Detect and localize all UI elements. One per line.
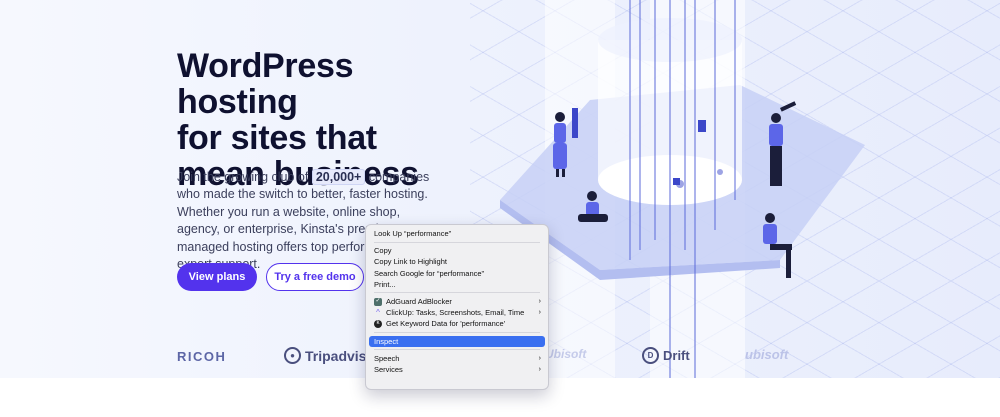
menu-item-clickup[interactable]: ^ ClickUp: Tasks, Screenshots, Email, Ti… xyxy=(366,307,548,318)
chevron-right-icon: › xyxy=(538,297,541,305)
menu-separator xyxy=(374,241,540,243)
menu-item-look-up[interactable]: Look Up “performance” xyxy=(366,228,548,239)
headline-line-1: WordPress hosting xyxy=(177,47,354,121)
chevron-right-icon: › xyxy=(538,354,541,362)
menu-item-keyword-data[interactable]: k Get Keyword Data for 'performance' xyxy=(366,318,548,329)
hero-illustration xyxy=(500,0,865,378)
chevron-right-icon: › xyxy=(538,365,541,373)
headline-line-2: for sites that xyxy=(177,119,377,157)
drift-icon: D xyxy=(642,347,659,364)
faint-logo-a: Ubisoft xyxy=(545,347,587,361)
menu-item-copy-link[interactable]: Copy Link to Highlight xyxy=(366,256,548,267)
menu-separator xyxy=(374,332,540,333)
menu-item-adguard[interactable]: ✓ AdGuard AdBlocker › xyxy=(366,296,548,307)
faint-logo-b: ubisoft xyxy=(745,347,789,362)
menu-item-copy[interactable]: Copy xyxy=(366,245,548,256)
menu-item-search-google[interactable]: Search Google for “performance” xyxy=(366,268,548,279)
view-plans-button[interactable]: View plans xyxy=(177,263,257,291)
menu-item-print[interactable]: Print... xyxy=(366,279,548,290)
drift-logo: D Drift xyxy=(642,347,690,364)
menu-separator xyxy=(374,292,540,294)
stat-badge: 20,000+ xyxy=(311,169,366,185)
free-demo-button[interactable]: Try a free demo xyxy=(266,263,364,291)
clickup-icon: ^ xyxy=(376,308,380,318)
shield-icon: ✓ xyxy=(374,297,382,306)
ricoh-logo: RICOH xyxy=(177,349,227,364)
drift-label: Drift xyxy=(663,348,690,363)
chevron-right-icon: › xyxy=(538,309,541,317)
keyword-icon: k xyxy=(374,319,382,328)
menu-separator xyxy=(374,349,540,351)
context-menu: Look Up “performance” Copy Copy Link to … xyxy=(365,224,549,390)
menu-item-speech[interactable]: Speech › xyxy=(366,353,548,364)
menu-item-services[interactable]: Services › xyxy=(366,364,548,375)
owl-icon: ● xyxy=(284,347,301,364)
menu-item-inspect[interactable]: Inspect xyxy=(369,335,545,347)
intro-text-start: Join the growing club of xyxy=(177,170,312,184)
